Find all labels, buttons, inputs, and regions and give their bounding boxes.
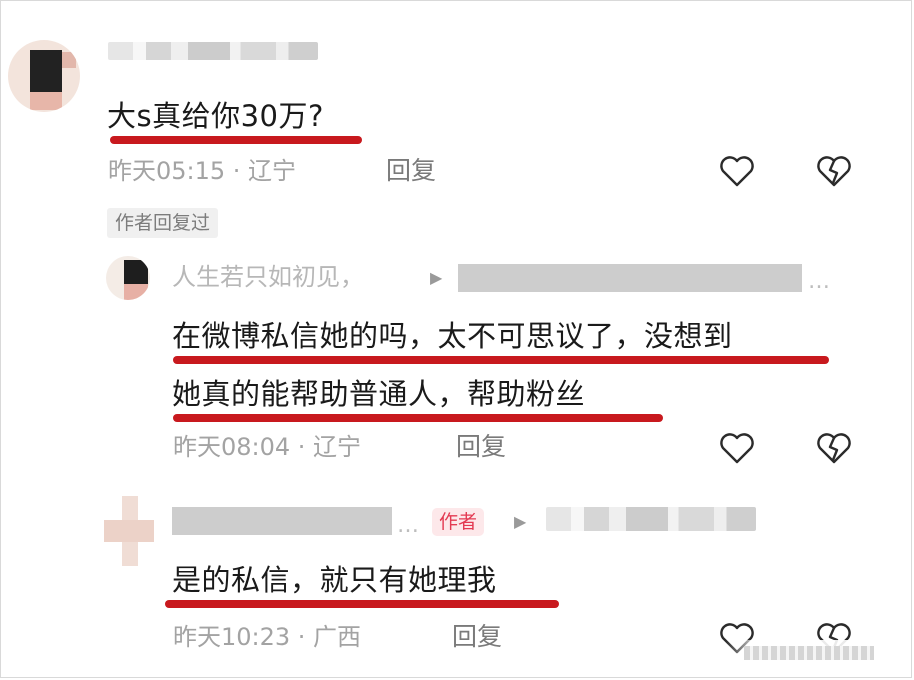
author-replied-tag: 作者回复过 [107,208,219,238]
username-obscured [108,42,318,60]
reply-avatar[interactable] [106,256,150,300]
reply-target-obscured [546,507,756,531]
reply-button[interactable]: 回复 [452,622,502,652]
author-reply-meta: 昨天10:23 · 广西 [173,623,362,651]
reply-to-arrow: ▶ [514,512,527,531]
reply-text-line-1: 在微博私信她的吗，太不可思议了，没想到 [172,319,733,353]
ellipsis: … [397,513,419,538]
author-avatar[interactable] [104,496,154,566]
dislike-icon[interactable] [815,153,853,189]
reply-button[interactable]: 回复 [386,156,436,186]
comment-meta: 昨天05:15 · 辽宁 [108,157,297,185]
reply-text-line-2: 她真的能帮助普通人，帮助粉丝 [172,377,586,411]
author-reply-text: 是的私信，就只有她理我 [172,563,497,597]
watermark [726,640,896,666]
author-name-obscured [172,507,392,535]
reply-underline-1 [173,356,829,364]
reply-nickname[interactable]: 人生若只如初见， [172,262,364,292]
ellipsis: … [808,269,830,294]
author-badge: 作者 [432,508,485,536]
comment-underline [110,136,362,144]
avatar[interactable] [8,40,80,112]
reply-meta: 昨天08:04 · 辽宁 [173,433,362,461]
like-icon[interactable] [718,430,756,466]
dislike-icon[interactable] [815,430,853,466]
reply-button[interactable]: 回复 [456,432,506,462]
like-icon[interactable] [718,153,756,189]
reply-underline-2 [173,414,663,422]
reply-target-obscured [458,264,802,292]
reply-to-arrow: ▶ [430,268,443,287]
author-reply-underline [165,600,559,608]
comment-text: 大s真给你30万? [107,99,324,133]
